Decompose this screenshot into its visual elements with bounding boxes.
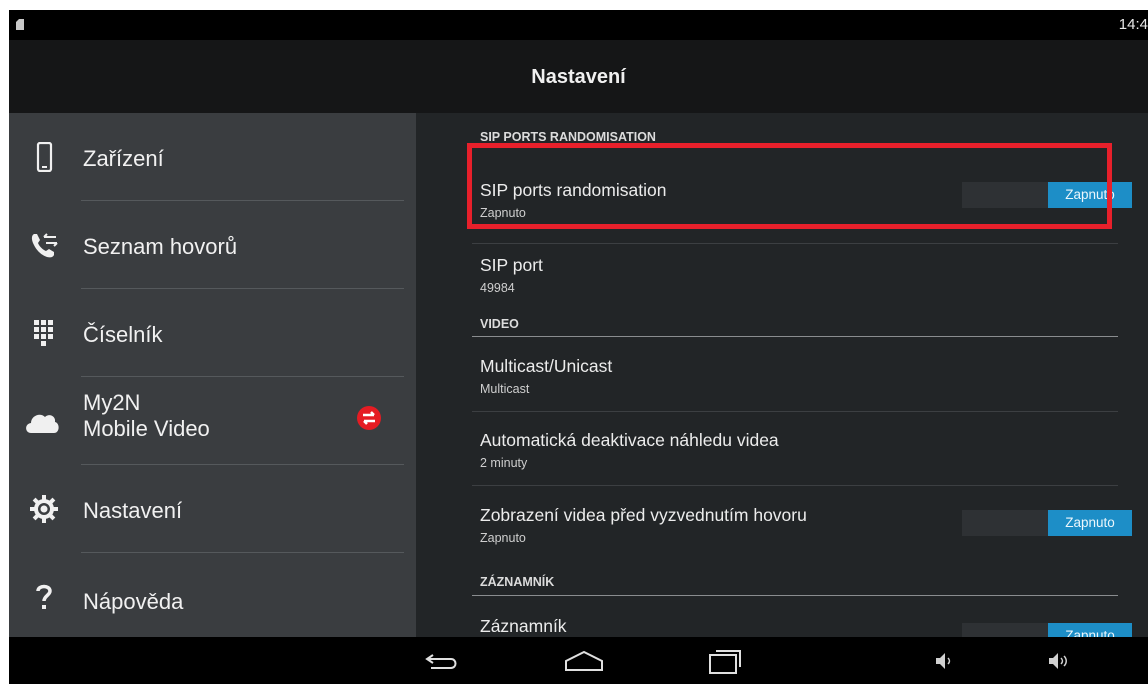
section-header-sip: SIP PORTS RANDOMISATION [480, 130, 656, 144]
dialpad-icon [34, 320, 53, 346]
toggle-switch[interactable]: Zapnuto [962, 510, 1132, 536]
setting-summary: 2 minuty [480, 456, 528, 470]
sidebar-item-label-line2: Mobile Video [83, 416, 210, 441]
sd-card-icon [16, 19, 24, 30]
tablet-screen: 14:4 Nastavení Zařízení Seznam hovorů Čí… [9, 10, 1148, 684]
setting-title: Zobrazení videa před vyzvednutím hovoru [480, 505, 807, 525]
toggle-switch[interactable]: Zapnuto [962, 623, 1132, 637]
back-icon[interactable] [421, 645, 461, 677]
sidebar-item-label: Číselník [83, 322, 163, 347]
setting-title: Automatická deaktivace náhledu videa [480, 430, 779, 450]
system-navigation-bar [9, 637, 1148, 684]
status-bar: 14:4 [9, 10, 1148, 40]
help-icon [36, 584, 52, 609]
section-header-video: VIDEO [480, 317, 519, 331]
sidebar-item-settings[interactable]: Nastavení [9, 465, 416, 553]
sidebar-item-label: Nastavení [83, 498, 183, 523]
section-divider [472, 336, 1118, 337]
highlight-annotation-box [467, 143, 1112, 229]
toggle-on-label: Zapnuto [1048, 510, 1132, 536]
page-title: Nastavení [531, 66, 626, 88]
section-divider [472, 595, 1118, 596]
volume-down-icon[interactable] [932, 645, 954, 677]
divider [472, 485, 1118, 486]
sidebar-item-label: Zařízení [83, 146, 164, 171]
sidebar-item-call-log[interactable]: Seznam hovorů [9, 201, 416, 289]
divider [472, 411, 1118, 412]
call-log-icon [31, 233, 58, 258]
sidebar-item-device[interactable]: Zařízení [9, 113, 416, 201]
toggle-on-label: Zapnuto [1048, 623, 1132, 637]
recent-apps-icon[interactable] [706, 645, 746, 677]
divider [472, 243, 1118, 244]
setting-summary: Multicast [480, 382, 530, 396]
sidebar-item-label-line1: My2N [83, 390, 141, 415]
volume-up-icon[interactable] [1045, 645, 1071, 677]
setting-summary: Zapnuto [480, 531, 526, 545]
setting-title: SIP port [480, 255, 543, 275]
sidebar-item-dialpad[interactable]: Číselník [9, 289, 416, 377]
setting-title: Záznamník [480, 616, 567, 636]
gear-icon [30, 495, 58, 523]
section-header-voicemail: ZÁZNAMNÍK [480, 575, 555, 589]
sidebar-item-my2n[interactable]: My2N Mobile Video [9, 377, 416, 465]
phone-icon [36, 142, 53, 172]
setting-title: Multicast/Unicast [480, 356, 613, 376]
status-clock: 14:4 [1118, 16, 1148, 33]
action-bar: Nastavení [9, 40, 1148, 113]
setting-summary: 49984 [480, 281, 515, 295]
cloud-icon [26, 414, 59, 433]
sidebar-item-help[interactable]: Nápověda [9, 553, 416, 637]
sync-error-badge-icon [357, 406, 381, 430]
sidebar-item-label: Nápověda [83, 589, 184, 614]
sidebar-item-label: Seznam hovorů [83, 234, 238, 259]
home-icon[interactable] [562, 645, 606, 677]
sidebar: Zařízení Seznam hovorů Číselník My2N Mob… [9, 113, 416, 637]
